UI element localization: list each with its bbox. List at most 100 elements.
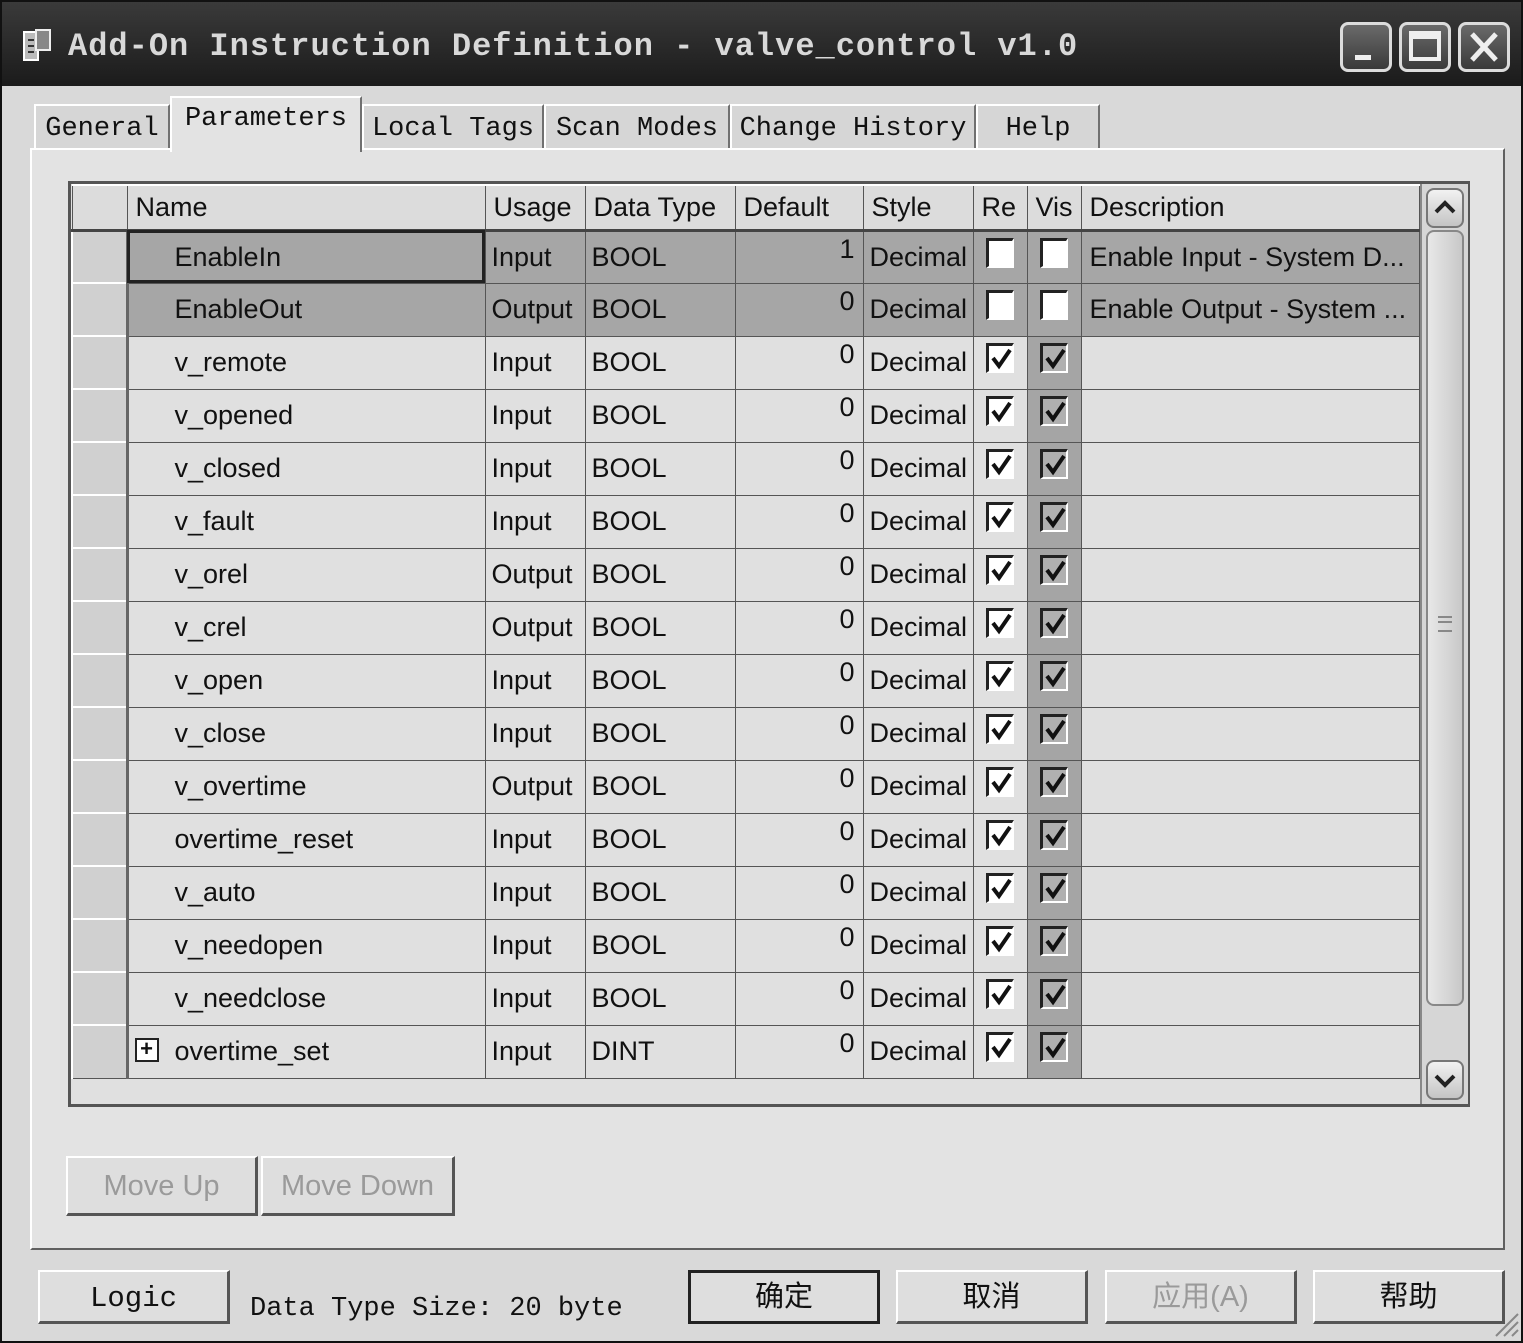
table-row[interactable]: v_opened Input BOOL 0 Decimal	[71, 388, 1420, 443]
param-data-type[interactable]: BOOL	[584, 441, 736, 496]
param-usage[interactable]: Input	[484, 1024, 586, 1079]
table-row[interactable]: v_needclose Input BOOL 0 Decimal	[71, 971, 1420, 1026]
param-usage[interactable]: Input	[484, 706, 586, 761]
param-name-cell[interactable]: v_crel	[126, 600, 486, 655]
row-selector[interactable]	[71, 441, 129, 496]
visible-checkbox[interactable]	[1040, 819, 1068, 850]
visible-checkbox[interactable]	[1040, 237, 1068, 268]
param-usage[interactable]: Output	[484, 759, 586, 814]
required-checkbox[interactable]	[986, 554, 1014, 585]
required-checkbox[interactable]	[986, 501, 1014, 532]
maximize-button[interactable]	[1399, 22, 1451, 72]
row-selector[interactable]	[71, 865, 129, 920]
param-style[interactable]: Decimal	[862, 441, 974, 496]
param-usage[interactable]: Input	[484, 653, 586, 708]
visible-checkbox[interactable]	[1040, 395, 1068, 426]
vertical-scrollbar[interactable]	[1420, 184, 1468, 1104]
param-style[interactable]: Decimal	[862, 335, 974, 390]
param-data-type[interactable]: BOOL	[584, 971, 736, 1026]
row-selector[interactable]	[71, 812, 129, 867]
visible-checkbox[interactable]	[1040, 660, 1068, 691]
title-bar[interactable]: Add-On Instruction Definition - valve_co…	[2, 2, 1521, 86]
row-selector[interactable]	[71, 388, 129, 443]
param-default[interactable]: 0	[734, 600, 864, 655]
row-selector[interactable]	[71, 1024, 129, 1079]
param-usage[interactable]: Output	[484, 600, 586, 655]
param-style[interactable]: Decimal	[862, 918, 974, 973]
row-selector[interactable]	[71, 335, 129, 390]
param-default[interactable]: 0	[734, 547, 864, 602]
close-button[interactable]	[1458, 22, 1510, 72]
required-checkbox[interactable]	[986, 978, 1014, 1009]
param-description[interactable]	[1080, 441, 1420, 496]
resize-grip-icon[interactable]	[1492, 1308, 1520, 1338]
required-checkbox[interactable]	[986, 819, 1014, 850]
param-description[interactable]	[1080, 600, 1420, 655]
param-data-type[interactable]: BOOL	[584, 547, 736, 602]
param-description[interactable]	[1080, 547, 1420, 602]
param-style[interactable]: Decimal	[862, 282, 974, 337]
param-name-cell[interactable]: + overtime_set	[126, 1024, 486, 1079]
ok-button[interactable]: 确定	[688, 1270, 880, 1324]
param-usage[interactable]: Input	[484, 441, 586, 496]
param-usage[interactable]: Input	[484, 971, 586, 1026]
param-name-cell[interactable]: v_needopen	[126, 918, 486, 973]
row-selector[interactable]	[71, 229, 129, 284]
column-header-visible[interactable]: Vis	[1026, 184, 1082, 232]
required-checkbox[interactable]	[986, 766, 1014, 797]
column-header-usage[interactable]: Usage	[484, 184, 586, 232]
param-default[interactable]: 0	[734, 759, 864, 814]
visible-checkbox[interactable]	[1040, 501, 1068, 532]
param-description[interactable]	[1080, 918, 1420, 973]
param-data-type[interactable]: BOOL	[584, 494, 736, 549]
move-down-button[interactable]: Move Down	[261, 1156, 455, 1216]
param-style[interactable]: Decimal	[862, 388, 974, 443]
minimize-button[interactable]	[1340, 22, 1392, 72]
param-style[interactable]: Decimal	[862, 229, 974, 284]
required-checkbox[interactable]	[986, 342, 1014, 373]
param-data-type[interactable]: BOOL	[584, 865, 736, 920]
param-style[interactable]: Decimal	[862, 706, 974, 761]
param-style[interactable]: Decimal	[862, 547, 974, 602]
logic-button[interactable]: Logic	[38, 1270, 230, 1324]
param-name-cell[interactable]: v_closed	[126, 441, 486, 496]
param-style[interactable]: Decimal	[862, 653, 974, 708]
param-style[interactable]: Decimal	[862, 494, 974, 549]
param-description[interactable]	[1080, 494, 1420, 549]
param-data-type[interactable]: BOOL	[584, 759, 736, 814]
param-data-type[interactable]: BOOL	[584, 388, 736, 443]
param-description[interactable]	[1080, 388, 1420, 443]
row-selector[interactable]	[71, 494, 129, 549]
param-data-type[interactable]: BOOL	[584, 706, 736, 761]
param-usage[interactable]: Input	[484, 865, 586, 920]
param-description[interactable]	[1080, 759, 1420, 814]
param-default[interactable]: 0	[734, 494, 864, 549]
table-row[interactable]: v_fault Input BOOL 0 Decimal	[71, 494, 1420, 549]
tab-general[interactable]: General	[34, 104, 170, 150]
param-description[interactable]: Enable Input - System D...	[1080, 229, 1420, 284]
tab-parameters[interactable]: Parameters	[170, 96, 362, 152]
required-checkbox[interactable]	[986, 925, 1014, 956]
param-data-type[interactable]: BOOL	[584, 335, 736, 390]
param-default[interactable]: 0	[734, 441, 864, 496]
scroll-thumb[interactable]	[1426, 230, 1464, 1006]
param-name-cell[interactable]: v_close	[126, 706, 486, 761]
param-name-cell[interactable]: v_fault	[126, 494, 486, 549]
param-usage[interactable]: Input	[484, 918, 586, 973]
param-name-cell[interactable]: v_needclose	[126, 971, 486, 1026]
param-data-type[interactable]: BOOL	[584, 653, 736, 708]
scroll-up-button[interactable]	[1426, 188, 1464, 228]
param-description[interactable]	[1080, 971, 1420, 1026]
param-default[interactable]: 0	[734, 971, 864, 1026]
param-style[interactable]: Decimal	[862, 1024, 974, 1079]
param-usage[interactable]: Input	[484, 388, 586, 443]
table-row[interactable]: v_overtime Output BOOL 0 Decimal	[71, 759, 1420, 814]
param-description[interactable]	[1080, 812, 1420, 867]
param-usage[interactable]: Input	[484, 229, 586, 284]
plus-expand-icon[interactable]: +	[134, 1037, 159, 1062]
required-checkbox[interactable]	[986, 607, 1014, 638]
table-row[interactable]: overtime_reset Input BOOL 0 Decimal	[71, 812, 1420, 867]
param-default[interactable]: 0	[734, 335, 864, 390]
column-header-name[interactable]: Name	[126, 184, 486, 232]
table-row[interactable]: v_remote Input BOOL 0 Decimal	[71, 335, 1420, 390]
